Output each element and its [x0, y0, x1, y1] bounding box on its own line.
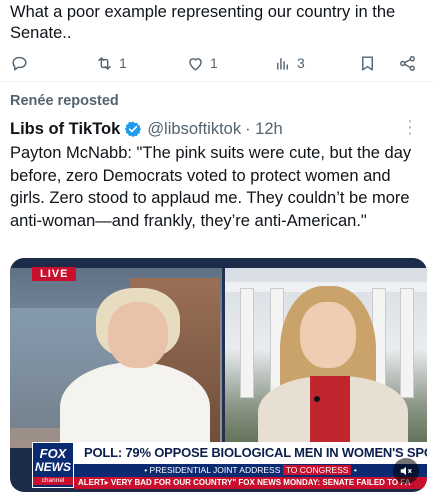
tweet-text: Payton McNabb: "The pink suits were cute…: [10, 144, 412, 230]
views-count: 3: [297, 55, 305, 71]
more-options-icon[interactable]: ⋮: [401, 118, 419, 136]
fox-news-logo: FOX NEWS channel: [32, 442, 74, 488]
author-name[interactable]: Libs of TikTok: [10, 120, 120, 139]
heart-icon: [189, 57, 202, 71]
like-button[interactable]: 1: [186, 50, 218, 76]
split-screen-divider: [222, 268, 225, 448]
news-ticker: ALERT▸ VERY BAD FOR OUR COUNTRY" FOX NEW…: [74, 477, 427, 489]
video-player[interactable]: LIVE FOX NEWS channel POLL: 79% OPPOSE B…: [10, 258, 427, 492]
news-subheadline: • PRESIDENTIAL JOINT ADDRESS TO CONGRESS…: [74, 464, 427, 477]
retweet-icon: [98, 56, 111, 70]
live-badge: LIVE: [32, 267, 77, 281]
bookmark-button[interactable]: [358, 50, 377, 76]
share-button[interactable]: [398, 50, 417, 76]
retweet-button[interactable]: 1: [95, 50, 127, 76]
mute-button[interactable]: [393, 458, 419, 484]
reposted-label: Renée reposted: [10, 93, 119, 109]
views-chart-icon: [277, 57, 288, 70]
speaker-muted-icon: [400, 466, 412, 476]
previous-tweet-text: What a poor example representing our cou…: [10, 3, 396, 42]
news-headline: POLL: 79% OPPOSE BIOLOGICAL MEN IN WOMEN…: [74, 442, 427, 464]
news-lower-third: FOX NEWS channel POLL: 79% OPPOSE BIOLOG…: [10, 434, 427, 492]
views-button[interactable]: 3: [273, 50, 305, 76]
reply-icon: [12, 56, 27, 71]
tweet-author-row: Libs of TikTok @libsoftiktok · 12h ⋮: [10, 118, 425, 140]
bookmark-icon: [362, 55, 373, 71]
tweet-divider: [0, 81, 433, 82]
verified-badge-icon: [125, 121, 142, 138]
reply-button[interactable]: [10, 50, 34, 76]
like-count: 1: [210, 55, 218, 71]
retweet-count: 1: [119, 55, 127, 71]
tweet-timestamp[interactable]: · 12h: [245, 120, 283, 139]
share-icon: [400, 55, 415, 71]
author-handle[interactable]: @libsoftiktok: [147, 120, 241, 139]
lapel-mic-icon: [314, 396, 320, 402]
tweet-actions-bar: 1 1 3: [0, 50, 433, 76]
